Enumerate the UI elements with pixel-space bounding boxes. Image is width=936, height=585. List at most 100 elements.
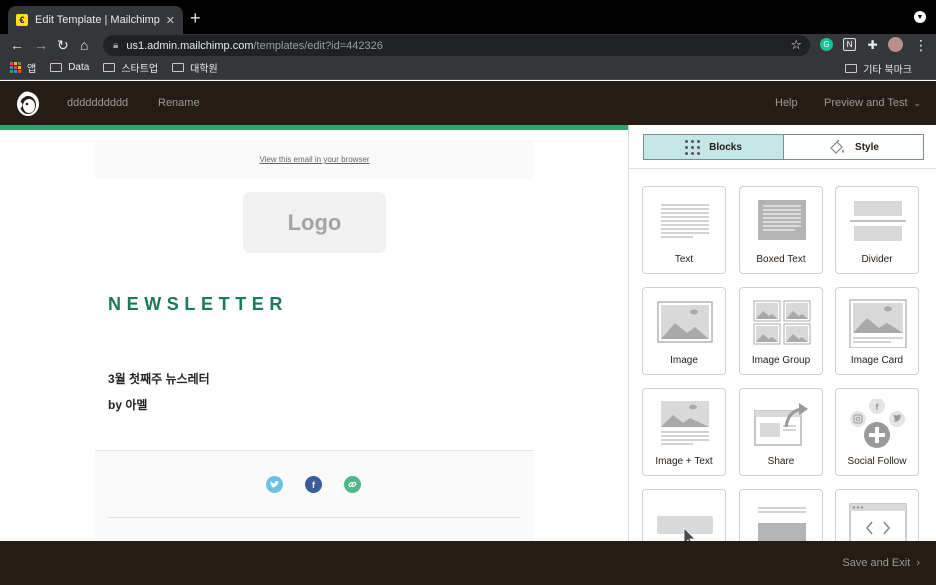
preview-and-test-menu[interactable]: Preview and Test ⌄ xyxy=(824,97,921,109)
tab-blocks-label: Blocks xyxy=(709,141,742,153)
preheader-block[interactable]: View this email in your browser xyxy=(95,140,534,179)
image-text-icon xyxy=(661,401,709,445)
bookmark-data[interactable]: Data xyxy=(50,62,89,73)
help-link[interactable]: Help xyxy=(775,97,798,109)
bookmark-star-icon[interactable]: ☆ xyxy=(790,37,802,53)
lock-icon: 🔒︎ xyxy=(113,40,119,51)
app-header: dddddddddd Rename Help Preview and Test … xyxy=(0,81,936,125)
panel-tab-switch: Blocks Style xyxy=(643,134,924,160)
browser-toolbar: ← → ↻ ⌂ 🔒︎ us1.admin.mailchimp.com/templ… xyxy=(0,34,936,56)
twitter-icon[interactable] xyxy=(266,476,283,493)
folder-icon xyxy=(845,64,858,73)
extensions-puzzle-icon[interactable]: ✚ xyxy=(866,38,879,52)
new-tab-button[interactable]: + xyxy=(190,8,201,28)
bookmarks-bar: 앱 Data 스타트업 대학원 기타 북마크 xyxy=(0,56,936,80)
block-image-text[interactable]: Image + Text xyxy=(642,388,726,476)
image-group-icon xyxy=(753,300,811,345)
paint-bucket-icon xyxy=(830,139,845,154)
block-label: Image Card xyxy=(850,355,904,366)
mailchimp-freddie-logo-icon[interactable] xyxy=(14,88,42,118)
bookmark-label: 앱 xyxy=(27,64,37,75)
block-image-group[interactable]: Image Group xyxy=(739,287,823,375)
bookmark-other[interactable]: 기타 북마크 xyxy=(845,61,912,76)
logo-text: Logo xyxy=(287,209,342,235)
boxed-text-icon xyxy=(758,200,806,240)
block-image[interactable]: Image xyxy=(642,287,726,375)
block-divider[interactable]: Divider xyxy=(835,186,919,274)
block-social-follow[interactable]: f Social Follow xyxy=(835,388,919,476)
text-lines-icon xyxy=(661,204,709,238)
chevron-down-icon: ⌄ xyxy=(913,98,922,108)
block-label: Image Group xyxy=(751,355,811,366)
save-exit-label: Save and Exit xyxy=(842,557,911,569)
body-text-line-2[interactable]: by 아멜 xyxy=(108,396,147,413)
save-and-exit-button[interactable]: Save and Exit › xyxy=(842,557,920,569)
block-label: Image xyxy=(670,355,698,366)
divider-icon xyxy=(850,201,906,241)
folder-icon xyxy=(172,63,185,72)
tab-style[interactable]: Style xyxy=(783,135,923,159)
bookmark-label: 기타 북마크 xyxy=(863,65,912,76)
block-label: Text xyxy=(674,254,694,265)
social-footer-block[interactable]: f xyxy=(95,450,534,541)
content-blocks-panel: Blocks Style Text Boxed Text Divider Ima… xyxy=(628,125,936,577)
tab-style-label: Style xyxy=(855,141,879,153)
browser-menu-icon[interactable]: ⋮ xyxy=(914,36,928,54)
panel-divider xyxy=(629,168,936,169)
url-text: us1.admin.mailchimp.com/templates/edit?i… xyxy=(126,40,383,52)
template-name: dddddddddd xyxy=(67,97,129,109)
footer-divider xyxy=(108,517,520,518)
address-bar[interactable]: 🔒︎ us1.admin.mailchimp.com/templates/edi… xyxy=(103,35,810,56)
back-arrow-icon[interactable]: ← xyxy=(10,36,24,54)
tab-blocks[interactable]: Blocks xyxy=(644,135,783,159)
browser-tab[interactable]: € Edit Template | Mailchimp ✕ xyxy=(8,6,183,34)
mailchimp-favicon-icon: € xyxy=(16,14,28,26)
social-follow-icon: f xyxy=(850,399,905,448)
forward-arrow-icon[interactable]: → xyxy=(34,36,48,54)
preview-label: Preview and Test xyxy=(824,97,908,109)
bookmark-label: Data xyxy=(68,62,90,73)
image-card-icon xyxy=(849,299,907,348)
notion-extension-icon[interactable]: N xyxy=(843,38,856,51)
block-text[interactable]: Text xyxy=(642,186,726,274)
link-icon[interactable] xyxy=(344,476,361,493)
chevron-right-icon: › xyxy=(916,557,920,569)
block-label: Boxed Text xyxy=(756,254,806,265)
block-share[interactable]: Share xyxy=(739,388,823,476)
share-icon xyxy=(754,403,808,446)
block-label: Image + Text xyxy=(655,456,713,467)
tab-title: Edit Template | Mailchimp xyxy=(35,14,160,26)
body-text-line-1[interactable]: 3월 첫째주 뉴스레터 xyxy=(108,370,210,387)
block-image-card[interactable]: Image Card xyxy=(835,287,919,375)
bookmark-label: 스타트업 xyxy=(121,64,159,75)
newsletter-heading[interactable]: NEWSLETTER xyxy=(108,294,288,315)
bottom-action-bar: Save and Exit › xyxy=(0,541,936,585)
block-boxed-text[interactable]: Boxed Text xyxy=(739,186,823,274)
bookmark-apps[interactable]: 앱 xyxy=(10,60,36,75)
apps-grid-icon xyxy=(10,62,21,73)
image-icon xyxy=(657,301,713,343)
bookmark-label: 대학원 xyxy=(190,64,218,75)
logo-placeholder[interactable]: Logo xyxy=(243,192,386,253)
folder-icon xyxy=(50,63,63,72)
grammarly-extension-icon[interactable]: G xyxy=(820,38,833,51)
home-icon[interactable]: ⌂ xyxy=(80,36,88,54)
browser-tab-strip: € Edit Template | Mailchimp ✕ + ▼ xyxy=(0,0,936,34)
grid-dots-icon xyxy=(685,139,701,155)
view-in-browser-link[interactable]: View this email in your browser xyxy=(259,155,369,164)
block-label: Divider xyxy=(861,254,893,265)
reload-icon[interactable]: ↻ xyxy=(57,36,69,54)
bookmark-grad-school[interactable]: 대학원 xyxy=(172,60,218,75)
folder-icon xyxy=(103,63,116,72)
block-label: Social Follow xyxy=(847,456,907,467)
tab-search-icon[interactable]: ▼ xyxy=(914,11,926,23)
email-canvas[interactable]: View this email in your browser Logo NEW… xyxy=(0,130,628,541)
rename-link[interactable]: Rename xyxy=(158,97,200,109)
bookmark-startup[interactable]: 스타트업 xyxy=(103,60,158,75)
url-path: /templates/edit?id=442326 xyxy=(253,39,383,52)
url-host: us1.admin.mailchimp.com xyxy=(126,39,254,52)
facebook-icon[interactable]: f xyxy=(305,476,322,493)
tab-close-icon[interactable]: ✕ xyxy=(166,14,175,27)
block-label: Share xyxy=(767,456,795,467)
profile-avatar[interactable] xyxy=(888,37,903,52)
